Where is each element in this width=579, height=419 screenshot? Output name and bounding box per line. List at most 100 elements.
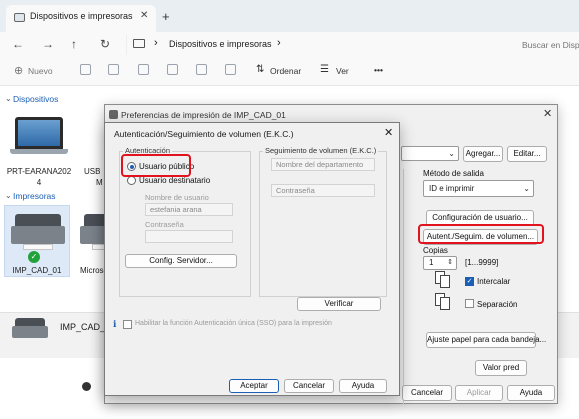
device-label: USB M xyxy=(84,166,106,188)
printer-body xyxy=(11,226,65,244)
section-header-devices[interactable]: Dispositivos xyxy=(13,94,58,104)
device-label-line: M xyxy=(96,178,103,187)
delete-icon[interactable] xyxy=(225,64,236,75)
chevron-down-icon: ⌄ xyxy=(523,184,530,193)
nombre-departamento-field[interactable]: Nombre del departamento xyxy=(271,158,375,171)
verificar-button[interactable]: Verificar xyxy=(297,297,381,311)
rename-icon[interactable] xyxy=(167,64,178,75)
copias-range: [1...9999] xyxy=(465,258,499,267)
usuario-destinatario-radio[interactable] xyxy=(127,176,136,185)
tab-title: Dispositivos e impresoras xyxy=(30,11,133,21)
volume-tracking-group-title: Seguimiento de volumen (E.K.C.) xyxy=(263,146,379,155)
address-bar[interactable]: › Dispositivos e impresoras › xyxy=(126,35,511,55)
chevron-down-icon[interactable]: ⌄ xyxy=(5,94,12,103)
new-tab-button[interactable]: + xyxy=(162,9,170,24)
aceptar-button[interactable]: Aceptar xyxy=(229,379,279,393)
contrasena-field[interactable] xyxy=(145,230,233,243)
printer-label: IMP_CAD_01 xyxy=(12,266,62,275)
device-label-line: 4 xyxy=(36,178,42,187)
nombre-usuario-field[interactable]: estefania arana xyxy=(145,203,233,216)
dialog-title: Preferencias de impresión de IMP_CAD_01 xyxy=(121,110,286,120)
config-servidor-button[interactable]: Config. Servidor... xyxy=(125,254,237,268)
printer-small-icon xyxy=(109,110,118,119)
chevron-down-icon: ⌄ xyxy=(448,149,455,158)
device-laptop[interactable] xyxy=(10,117,68,154)
separacion-label: Separación xyxy=(477,300,518,309)
sso-checkbox[interactable] xyxy=(123,320,132,329)
paste-icon[interactable] xyxy=(138,64,149,75)
monitor-icon xyxy=(133,39,145,48)
sort-button[interactable]: Ordenar xyxy=(270,66,301,76)
usuario-destinatario-label[interactable]: Usuario destinatario xyxy=(139,176,210,185)
spinner-arrows-icon[interactable]: ⇕ xyxy=(447,257,453,269)
cut-icon[interactable] xyxy=(80,64,91,75)
forward-arrow-icon[interactable]: → xyxy=(42,37,54,51)
separation-pages-icon xyxy=(435,293,451,311)
printer-paper xyxy=(23,244,53,250)
printer-top xyxy=(15,214,61,226)
tab-devices-printers[interactable]: Dispositivos e impresoras ✕ xyxy=(6,5,156,32)
ajuste-papel-button[interactable]: Ajuste papel para cada bandeja... xyxy=(426,332,546,348)
more-options-button[interactable]: ••• xyxy=(374,65,383,75)
dialog-title: Autenticación/Seguimiento de volumen (E.… xyxy=(114,129,294,139)
agregar-button[interactable]: Agregar... xyxy=(463,146,503,162)
up-arrow-icon[interactable]: ↑ xyxy=(71,37,77,51)
highlight-autent-button xyxy=(418,224,544,244)
section-header-printers[interactable]: Impresoras xyxy=(13,191,56,201)
laptop-base xyxy=(10,149,68,154)
chevron-down-icon[interactable]: ⌄ xyxy=(5,191,12,200)
cancelar-button[interactable]: Cancelar xyxy=(402,385,452,401)
default-check-icon: ✓ xyxy=(28,251,40,263)
navigation-bar: ← → ↑ ↻ › Dispositivos e impresoras › xyxy=(0,32,579,58)
details-printer-icon xyxy=(12,318,48,338)
contrasena-departamento-field[interactable]: Contraseña xyxy=(271,184,375,197)
sso-label: Habilitar la función Autenticación única… xyxy=(135,320,332,327)
copias-label: Copias xyxy=(423,246,448,255)
editar-button[interactable]: Editar... xyxy=(507,146,547,162)
copias-spinner[interactable]: 1 ⇕ xyxy=(423,256,457,270)
ayuda-button[interactable]: Ayuda xyxy=(507,385,555,401)
refresh-icon[interactable]: ↻ xyxy=(100,37,110,51)
close-icon[interactable]: ✕ xyxy=(384,126,393,139)
ayuda-button[interactable]: Ayuda xyxy=(339,379,387,393)
page-shape xyxy=(440,275,450,288)
collate-pages-icon xyxy=(435,271,451,289)
device-label-line: USB xyxy=(84,167,101,176)
close-tab-icon[interactable]: ✕ xyxy=(140,10,148,21)
info-icon: ℹ xyxy=(113,319,117,329)
view-button[interactable]: Ver xyxy=(336,66,349,76)
new-plus-icon: ⊕ xyxy=(14,65,24,77)
intercalar-checkbox[interactable]: ✓ xyxy=(465,277,474,286)
separacion-checkbox[interactable] xyxy=(465,299,474,308)
share-icon[interactable] xyxy=(196,64,207,75)
laptop-icon xyxy=(15,117,63,149)
breadcrumb[interactable]: Dispositivos e impresoras xyxy=(169,39,272,49)
panel-divider xyxy=(403,169,417,405)
aplicar-button[interactable]: Aplicar xyxy=(455,385,503,401)
command-bar: ⊕ Nuevo ⇅ Ordenar ☰ Ver ••• xyxy=(0,58,579,86)
metodo-value: ID e imprimir xyxy=(429,184,475,193)
control-panel-icon xyxy=(14,13,25,22)
close-icon[interactable]: ✕ xyxy=(543,107,552,120)
back-arrow-icon[interactable]: ← xyxy=(12,37,24,51)
volume-tracking-group xyxy=(259,151,387,297)
copy-icon[interactable] xyxy=(108,64,119,75)
sort-icon: ⇅ xyxy=(256,64,265,75)
device-label: PRT-EARANA202 4 xyxy=(4,166,74,188)
tab-bar: Dispositivos e impresoras ✕ + xyxy=(0,0,579,32)
printer-body xyxy=(12,326,48,338)
search-input[interactable] xyxy=(522,35,579,55)
new-button[interactable]: Nuevo xyxy=(28,66,53,76)
destination-dropdown[interactable]: ⌄ xyxy=(401,146,459,161)
printer-icon xyxy=(11,214,65,250)
cancelar-button[interactable]: Cancelar xyxy=(284,379,334,393)
metodo-dropdown[interactable]: ID e imprimir ⌄ xyxy=(423,180,534,197)
copias-value: 1 xyxy=(429,258,434,267)
printer-top xyxy=(15,318,45,326)
breadcrumb-chevron-icon[interactable]: › xyxy=(154,37,158,49)
highlight-usuario-publico xyxy=(121,154,191,177)
intercalar-label: Intercalar xyxy=(477,277,511,286)
breadcrumb-chevron-icon[interactable]: › xyxy=(277,37,281,49)
valor-pred-button[interactable]: Valor pred xyxy=(475,360,527,376)
printer-label: Microso xyxy=(80,266,104,275)
